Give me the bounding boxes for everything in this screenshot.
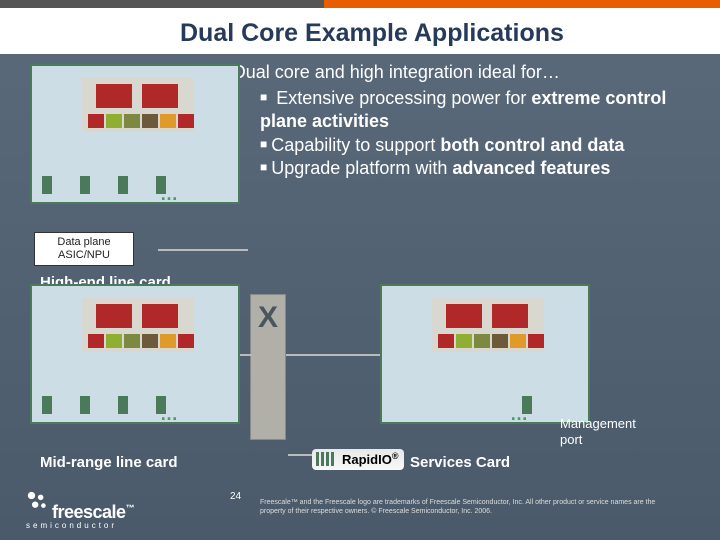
mgmt-port-label: Management port [560,416,636,447]
square-bullet-icon: ■ [260,137,267,151]
lead-line: • Dual core and high integration ideal f… [220,62,700,83]
ellipsis-icon: … [160,184,176,205]
card-label-midrange: Mid-range line card [40,454,178,471]
core-block [142,84,178,108]
connector-line [240,354,252,356]
square-bullet-icon: ■ [260,90,267,104]
core-block [96,84,132,108]
switch-fabric: X [250,294,286,440]
port-row [42,396,166,414]
bullet-item: ■ Extensive processing power for extreme… [260,87,700,134]
port-row [42,176,166,194]
content: • Dual core and high integration ideal f… [0,54,720,181]
midrange-card [30,284,240,424]
connector-line [286,354,380,356]
square-bullet-icon: ■ [260,160,267,174]
connector-line [158,249,248,251]
highend-card [30,64,240,204]
rapidio-badge: RapidIO® [312,449,404,470]
io-row [88,114,194,128]
port-icon [118,176,128,194]
io-row [438,334,544,348]
bullet-item: ■Upgrade platform with advanced features [260,157,700,180]
connector-line [288,454,312,456]
services-card [380,284,590,424]
port-icon [42,176,52,194]
core-block [142,304,178,328]
bullet-item: ■Capability to support both control and … [260,134,700,157]
ellipsis-icon: … [160,404,176,425]
legal-text: Freescale™ and the Freescale logo are tr… [260,499,680,516]
card-label-services: Services Card [410,454,510,471]
core-block [492,304,528,328]
brand-name: freescale [52,502,126,522]
dual-core-chip [432,298,544,352]
io-row [88,334,194,348]
port-icon [42,396,52,414]
brand-sub: semiconductor [26,521,134,530]
switch-x-label: X [258,301,278,334]
lead-text: Dual core and high integration ideal for… [233,62,560,82]
port-icon [80,396,90,414]
core-block [96,304,132,328]
top-stripe [0,0,720,8]
dual-core-chip [82,78,194,132]
bullet-list: ■ Extensive processing power for extreme… [260,87,700,181]
dual-core-chip [82,298,194,352]
logo-icon [26,490,48,512]
title-area: Dual Core Example Applications [0,9,720,54]
freescale-logo: freescale™ semiconductor [26,502,134,530]
ellipsis-icon: … [510,404,526,425]
port-icon [118,396,128,414]
core-block [446,304,482,328]
port-icon [80,176,90,194]
asic-label: Data plane ASIC/NPU [34,232,134,266]
page-number: 24 [230,491,241,502]
page-title: Dual Core Example Applications [180,19,700,48]
